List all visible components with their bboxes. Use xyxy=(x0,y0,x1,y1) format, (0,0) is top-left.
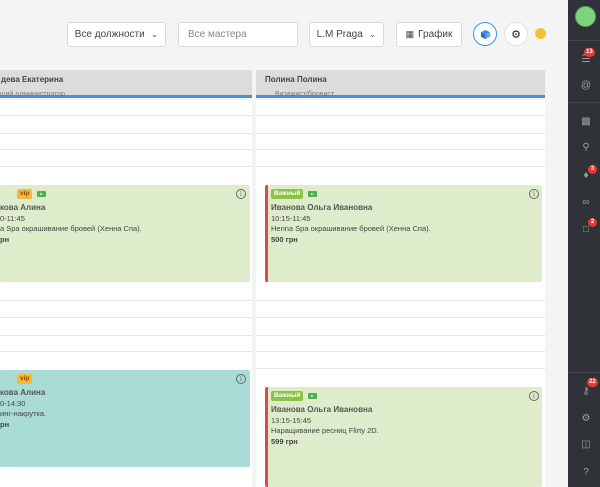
gear-icon[interactable]: ⚙ xyxy=(578,411,594,427)
appointment-card[interactable]: vip i кова Алина 0-11:45 a Spa окрашиван… xyxy=(0,185,250,282)
important-badge: Важный xyxy=(271,189,304,199)
notification-badge: 3 xyxy=(588,165,597,174)
video-icon xyxy=(37,191,46,197)
schedule-column-1[interactable]: vip i кова Алина 0-11:45 a Spa окрашиван… xyxy=(0,100,252,487)
calendar-icon: ▦ xyxy=(405,29,415,39)
cube-icon xyxy=(480,29,490,39)
time-slot-line xyxy=(256,149,545,150)
notification-badge: 13 xyxy=(584,48,595,57)
video-icon xyxy=(308,393,317,399)
appointment-card[interactable]: Важный i Иванова Ольга Ивановна 13:15-15… xyxy=(265,387,542,487)
schedule-button-label: График xyxy=(418,29,453,40)
schedule-button[interactable]: ▦ График xyxy=(396,22,462,47)
time-slot-line xyxy=(256,133,545,134)
sidebar-divider xyxy=(568,372,600,373)
time-slot-line xyxy=(0,166,252,167)
notification-badge: 2 xyxy=(588,218,597,227)
info-icon[interactable]: i xyxy=(529,189,539,199)
bar-chart-icon[interactable]: ▩ xyxy=(578,114,594,130)
vip-badge: vip xyxy=(17,374,33,384)
time-slot-line xyxy=(256,115,545,116)
time-slot-line xyxy=(256,351,545,352)
time-slot-line xyxy=(0,335,252,336)
help-icon[interactable]: ? xyxy=(578,465,594,481)
time-slot-line xyxy=(0,115,252,116)
appointment-card[interactable]: Важный i Иванова Ольга Ивановна 10:15-11… xyxy=(265,185,542,282)
time-slot-line xyxy=(0,317,252,318)
schedule-column-2[interactable]: Важный i Иванова Ольга Ивановна 10:15-11… xyxy=(256,100,545,487)
service-name: a Spa окрашивание бровей (Хенна Спа). xyxy=(0,224,142,233)
time-slot-line xyxy=(0,300,252,301)
time-slot-line xyxy=(0,351,252,352)
settings-button[interactable]: ⚙ xyxy=(504,22,528,46)
notification-badge: 22 xyxy=(587,378,598,387)
time-slot-line xyxy=(256,300,545,301)
vip-badge: vip xyxy=(17,189,33,199)
search-icon[interactable]: ⚲ xyxy=(578,140,594,156)
smile-icon[interactable] xyxy=(535,28,546,39)
info-icon[interactable]: i xyxy=(529,391,539,401)
master-search-input[interactable] xyxy=(178,22,298,47)
client-name: Иванова Ольга Ивановна xyxy=(271,203,373,212)
client-name: Иванова Ольга Ивановна xyxy=(271,405,373,414)
location-select[interactable]: L.M Praga ⌄ xyxy=(309,22,384,47)
service-name: Наращивание ресниц Flirty 2D. xyxy=(271,426,379,435)
time-slot-line xyxy=(256,166,545,167)
time-slot-line xyxy=(256,317,545,318)
appointment-time: 10:15-11:45 xyxy=(271,214,311,223)
price: 500 грн xyxy=(271,235,298,244)
appointment-card[interactable]: vip i кова Алина 0-14:30 инг-накрутка. р… xyxy=(0,370,250,467)
positions-select[interactable]: Все должности ⌄ xyxy=(67,22,166,47)
time-slot-line xyxy=(0,149,252,150)
link-icon[interactable]: ∞ xyxy=(578,195,594,211)
chevron-down-icon: ⌄ xyxy=(368,29,377,39)
appointment-time: 0-14:30 xyxy=(0,399,26,408)
gift-icon[interactable]: ◫ xyxy=(578,437,594,453)
appointment-time: 0-11:45 xyxy=(0,214,25,223)
staff-role: рший администратор xyxy=(0,91,66,98)
time-slot-line xyxy=(256,335,545,336)
location-select-label: L.M Praga xyxy=(316,29,363,40)
cube-button[interactable] xyxy=(473,22,497,46)
staff-role: Визажист/бровист xyxy=(275,91,335,98)
column-header-staff-2: Полина Полина Визажист/бровист xyxy=(256,70,545,98)
service-name: инг-накрутка. xyxy=(0,409,47,418)
important-badge: Важный xyxy=(271,391,304,401)
positions-select-label: Все должности xyxy=(74,29,145,40)
price: 599 грн xyxy=(271,437,298,446)
chevron-down-icon: ⌄ xyxy=(150,29,159,39)
info-icon[interactable]: i xyxy=(236,374,246,384)
client-name: кова Алина xyxy=(0,203,46,212)
service-name: Henna Spa окрашивание бровей (Хенна Спа)… xyxy=(271,224,431,233)
sidebar-divider xyxy=(568,40,600,41)
sidebar-divider xyxy=(568,102,600,103)
staff-name: дева Екатерина xyxy=(1,75,64,84)
top-toolbar: Все должности ⌄ L.M Praga ⌄ ▦ График ⚙ xyxy=(0,0,568,68)
info-icon[interactable]: i xyxy=(236,189,246,199)
column-header-staff-1: дева Екатерина рший администратор xyxy=(0,70,252,98)
video-icon xyxy=(308,191,317,197)
price: рн xyxy=(0,235,10,244)
price: рн xyxy=(0,420,10,429)
at-icon[interactable]: @ xyxy=(578,78,594,94)
appointment-time: 13:15-15:45 xyxy=(271,416,312,425)
time-slot-line xyxy=(0,133,252,134)
gear-icon: ⚙ xyxy=(511,28,521,41)
avatar[interactable] xyxy=(575,6,596,27)
staff-name: Полина Полина xyxy=(265,75,327,84)
time-slot-line xyxy=(256,368,545,369)
client-name: кова Алина xyxy=(0,388,46,397)
